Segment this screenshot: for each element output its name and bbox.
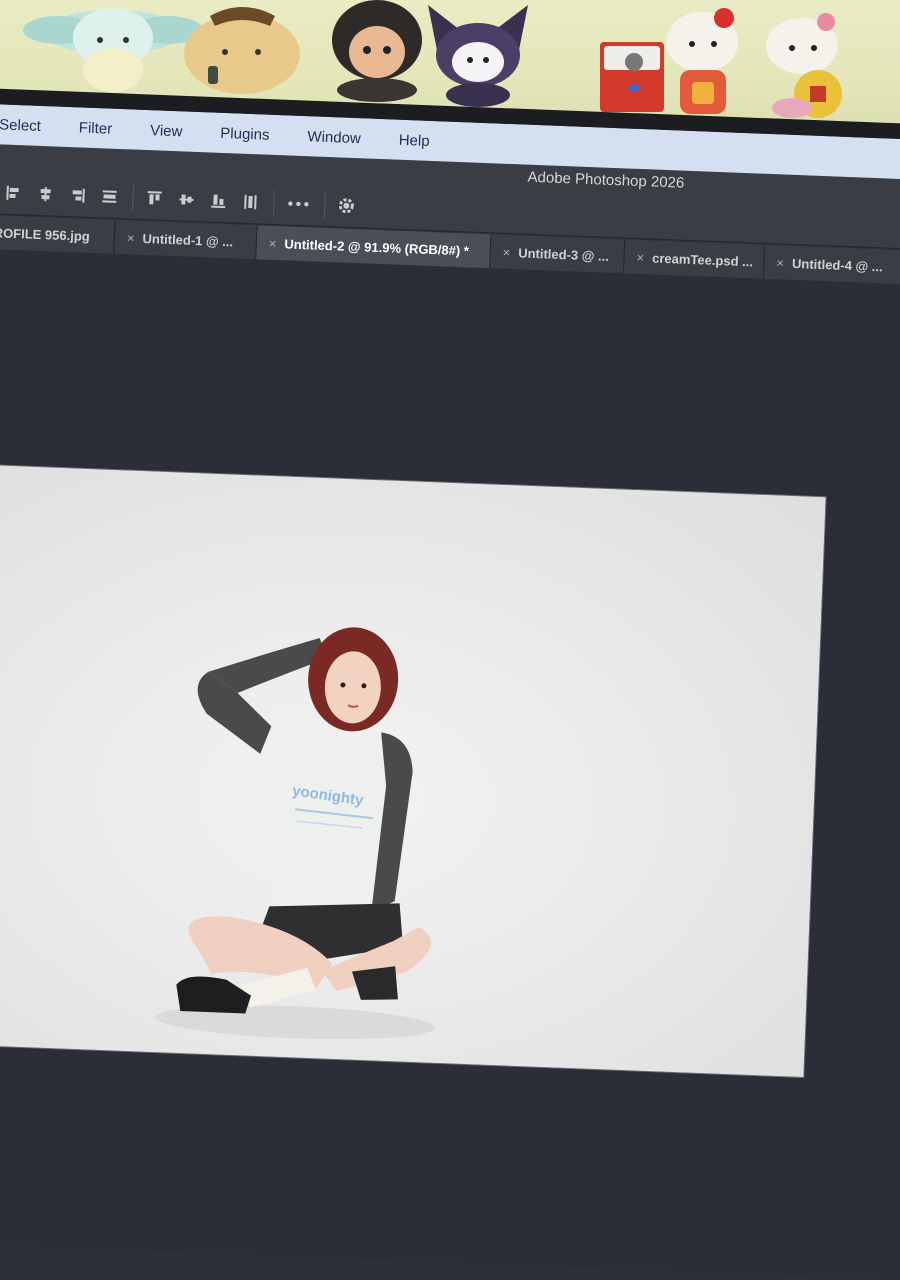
tab-label: Untitled-3 @ ... (517, 244, 610, 264)
hello-kitty-camera-figurine (600, 42, 664, 112)
close-icon[interactable]: × (127, 230, 135, 245)
close-icon[interactable]: × (776, 255, 784, 270)
settings-gear-icon[interactable] (337, 196, 356, 215)
close-icon[interactable]: × (502, 244, 510, 259)
toolbar-separator (323, 191, 326, 218)
align-right-icon[interactable] (68, 186, 87, 205)
tab-label: Untitled-4 @ ... (791, 255, 883, 274)
document-canvas[interactable]: yoonighty (0, 464, 826, 1077)
menu-window[interactable]: Window (307, 128, 361, 147)
distribute-horizontal-icon[interactable] (100, 187, 119, 206)
menu-help[interactable]: Help (398, 131, 429, 149)
tab-untitled-3[interactable]: × Untitled-3 @ ... (490, 234, 626, 274)
tab-creamtee[interactable]: × creamTee.psd ... (623, 239, 766, 279)
model-photo: yoonighty (155, 627, 435, 1040)
menu-view[interactable]: View (150, 122, 183, 140)
photoshop-window: Select Filter View Plugins Window Help A… (0, 104, 900, 1280)
pompompurin-figurine (184, 7, 300, 94)
monchhichi-figurine (332, 0, 422, 102)
menu-plugins[interactable]: Plugins (220, 124, 270, 143)
canvas-workspace[interactable]: yoonighty (0, 248, 900, 1280)
hello-kitty-coin-figurine (766, 13, 842, 118)
align-top-icon[interactable] (145, 189, 164, 208)
menu-filter[interactable]: Filter (79, 119, 113, 137)
tab-untitled-1[interactable]: × Untitled-1 @ ... (114, 219, 258, 260)
align-bottom-icon[interactable] (209, 191, 228, 210)
align-center-icon[interactable] (36, 184, 55, 203)
tab-profile-956[interactable]: PROFILE 956.jpg (0, 214, 116, 254)
tab-label: creamTee.psd ... (651, 250, 754, 269)
close-icon[interactable]: × (269, 235, 277, 250)
tab-label: Untitled-1 @ ... (142, 230, 234, 249)
kuromi-figurine (428, 5, 528, 107)
toolbar-separator (272, 189, 275, 216)
app-title: Adobe Photoshop 2026 (527, 168, 685, 192)
align-left-icon[interactable] (4, 183, 23, 202)
distribute-vertical-icon[interactable] (241, 192, 260, 211)
more-options-icon[interactable] (286, 194, 311, 213)
tab-untitled-4[interactable]: × Untitled-4 @ ... (763, 244, 900, 285)
align-middle-icon[interactable] (177, 190, 196, 209)
tab-label: PROFILE 956.jpg (0, 224, 91, 244)
menu-select[interactable]: Select (0, 116, 41, 135)
tab-label: Untitled-2 @ 91.9% (RGB/8#) * (284, 235, 470, 258)
close-icon[interactable]: × (636, 249, 644, 264)
hello-kitty-figurine (666, 8, 738, 114)
toolbar-separator (132, 184, 135, 211)
